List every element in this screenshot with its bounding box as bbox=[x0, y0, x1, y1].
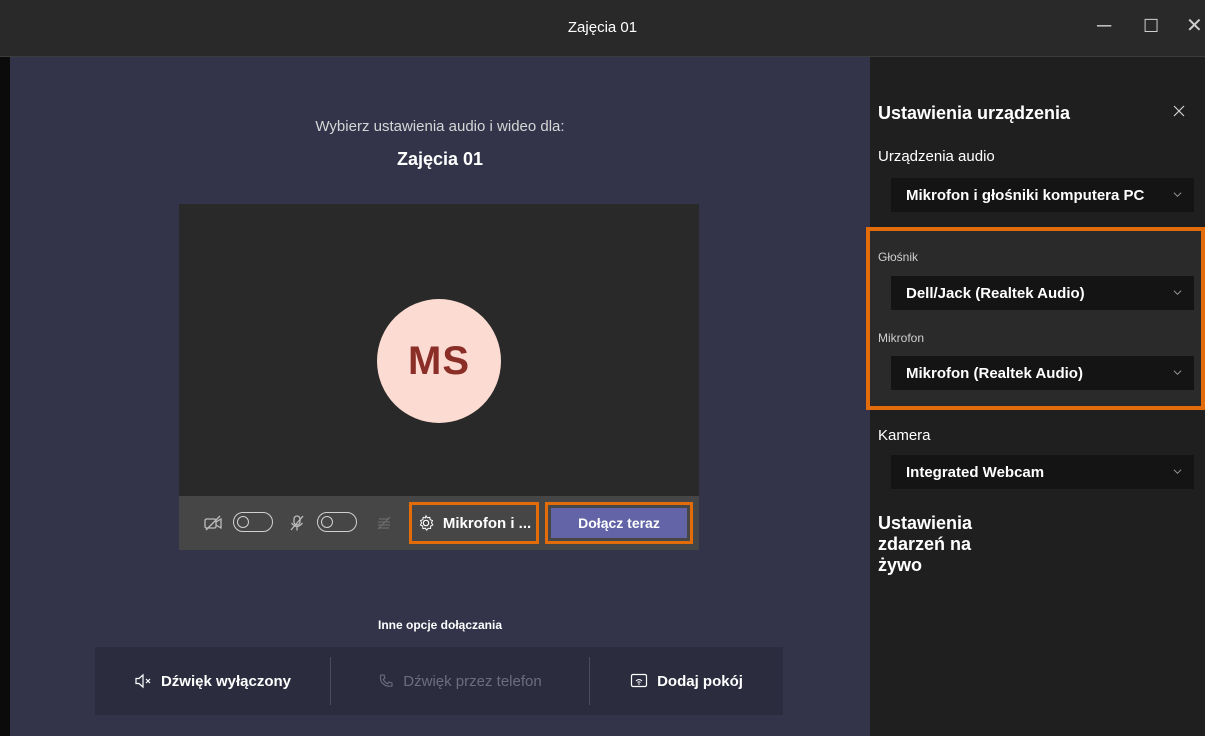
close-icon bbox=[1173, 105, 1185, 117]
camera-toggle-knob bbox=[237, 515, 249, 528]
minimize-button[interactable]: ─ bbox=[1097, 16, 1111, 36]
window-title: Zajęcia 01 bbox=[567, 19, 638, 36]
video-preview: MS Mikrofon i ... Dołącz teraz bbox=[179, 204, 699, 550]
chevron-down-icon bbox=[1173, 370, 1182, 376]
audio-devices-label: Urządzenia audio bbox=[878, 148, 995, 165]
audio-devices-value: Mikrofon i głośniki komputera PC bbox=[906, 186, 1145, 204]
window-edge bbox=[0, 57, 10, 736]
speaker-dropdown[interactable]: Dell/Jack (Realtek Audio) bbox=[891, 276, 1194, 310]
camera-value: Integrated Webcam bbox=[906, 463, 1045, 481]
speaker-value: Dell/Jack (Realtek Audio) bbox=[906, 284, 1085, 302]
close-window-button[interactable]: ✕ bbox=[1186, 16, 1203, 36]
audio-devices-dropdown[interactable]: Mikrofon i głośniki komputera PC bbox=[891, 178, 1194, 212]
add-room-option[interactable]: Dodaj pokój bbox=[590, 647, 783, 715]
camera-toggle[interactable] bbox=[233, 512, 273, 532]
camera-off-icon bbox=[204, 515, 222, 531]
audio-off-label: Dźwięk wyłączony bbox=[160, 672, 292, 690]
mic-dropdown[interactable]: Mikrofon (Realtek Audio) bbox=[891, 356, 1194, 390]
chevron-down-icon bbox=[1173, 469, 1182, 475]
audio-off-option[interactable]: Dźwięk wyłączony bbox=[95, 647, 330, 715]
join-button-highlight: Dołącz teraz bbox=[545, 502, 693, 544]
camera-label: Kamera bbox=[878, 427, 931, 444]
avatar: MS bbox=[377, 299, 501, 423]
chevron-down-icon bbox=[1173, 290, 1182, 296]
device-settings-title: Ustawienia urządzenia bbox=[878, 103, 1071, 123]
device-settings-button[interactable]: Mikrofon i ... bbox=[409, 502, 539, 544]
mic-label: Mikrofon bbox=[878, 331, 925, 345]
other-join-options-label: Inne opcje dołączania bbox=[377, 618, 503, 632]
camera-dropdown[interactable]: Integrated Webcam bbox=[891, 455, 1194, 489]
prejoin-area: Wybierz ustawienia audio i wideo dla: Za… bbox=[10, 57, 870, 736]
speaker-label: Głośnik bbox=[878, 250, 919, 264]
mic-toggle[interactable] bbox=[317, 512, 357, 532]
speaker-mic-highlight: Głośnik Dell/Jack (Realtek Audio) Mikrof… bbox=[866, 227, 1205, 410]
close-panel-button[interactable] bbox=[1173, 104, 1185, 122]
background-effects-icon[interactable] bbox=[374, 513, 394, 533]
mic-toggle-knob bbox=[321, 515, 333, 528]
mic-off-icon bbox=[290, 515, 304, 531]
add-room-label: Dodaj pokój bbox=[657, 672, 743, 690]
speaker-muted-icon bbox=[135, 673, 151, 689]
device-settings-label: Mikrofon i ... bbox=[442, 514, 532, 532]
phone-audio-option[interactable]: Dźwięk przez telefon bbox=[331, 647, 589, 715]
phone-icon bbox=[380, 674, 393, 687]
other-join-options: Dźwięk wyłączony Dźwięk przez telefon Do… bbox=[95, 647, 783, 715]
join-now-button[interactable]: Dołącz teraz bbox=[551, 508, 687, 538]
meeting-title: Zajęcia 01 bbox=[396, 149, 484, 169]
room-cast-icon bbox=[630, 673, 648, 688]
chevron-down-icon bbox=[1173, 192, 1182, 198]
maximize-button[interactable]: ☐ bbox=[1143, 16, 1159, 36]
phone-audio-label: Dźwięk przez telefon bbox=[403, 672, 542, 690]
prejoin-subtitle: Wybierz ustawienia audio i wideo dla: bbox=[315, 118, 565, 135]
preview-controls: Mikrofon i ... Dołącz teraz bbox=[179, 496, 699, 550]
live-events-title[interactable]: Ustawienia zdarzeń na żywo bbox=[878, 513, 972, 576]
mic-value: Mikrofon (Realtek Audio) bbox=[906, 364, 1083, 382]
gear-icon bbox=[419, 514, 434, 532]
title-bar: Zajęcia 01 ─ ☐ ✕ bbox=[0, 0, 1205, 57]
